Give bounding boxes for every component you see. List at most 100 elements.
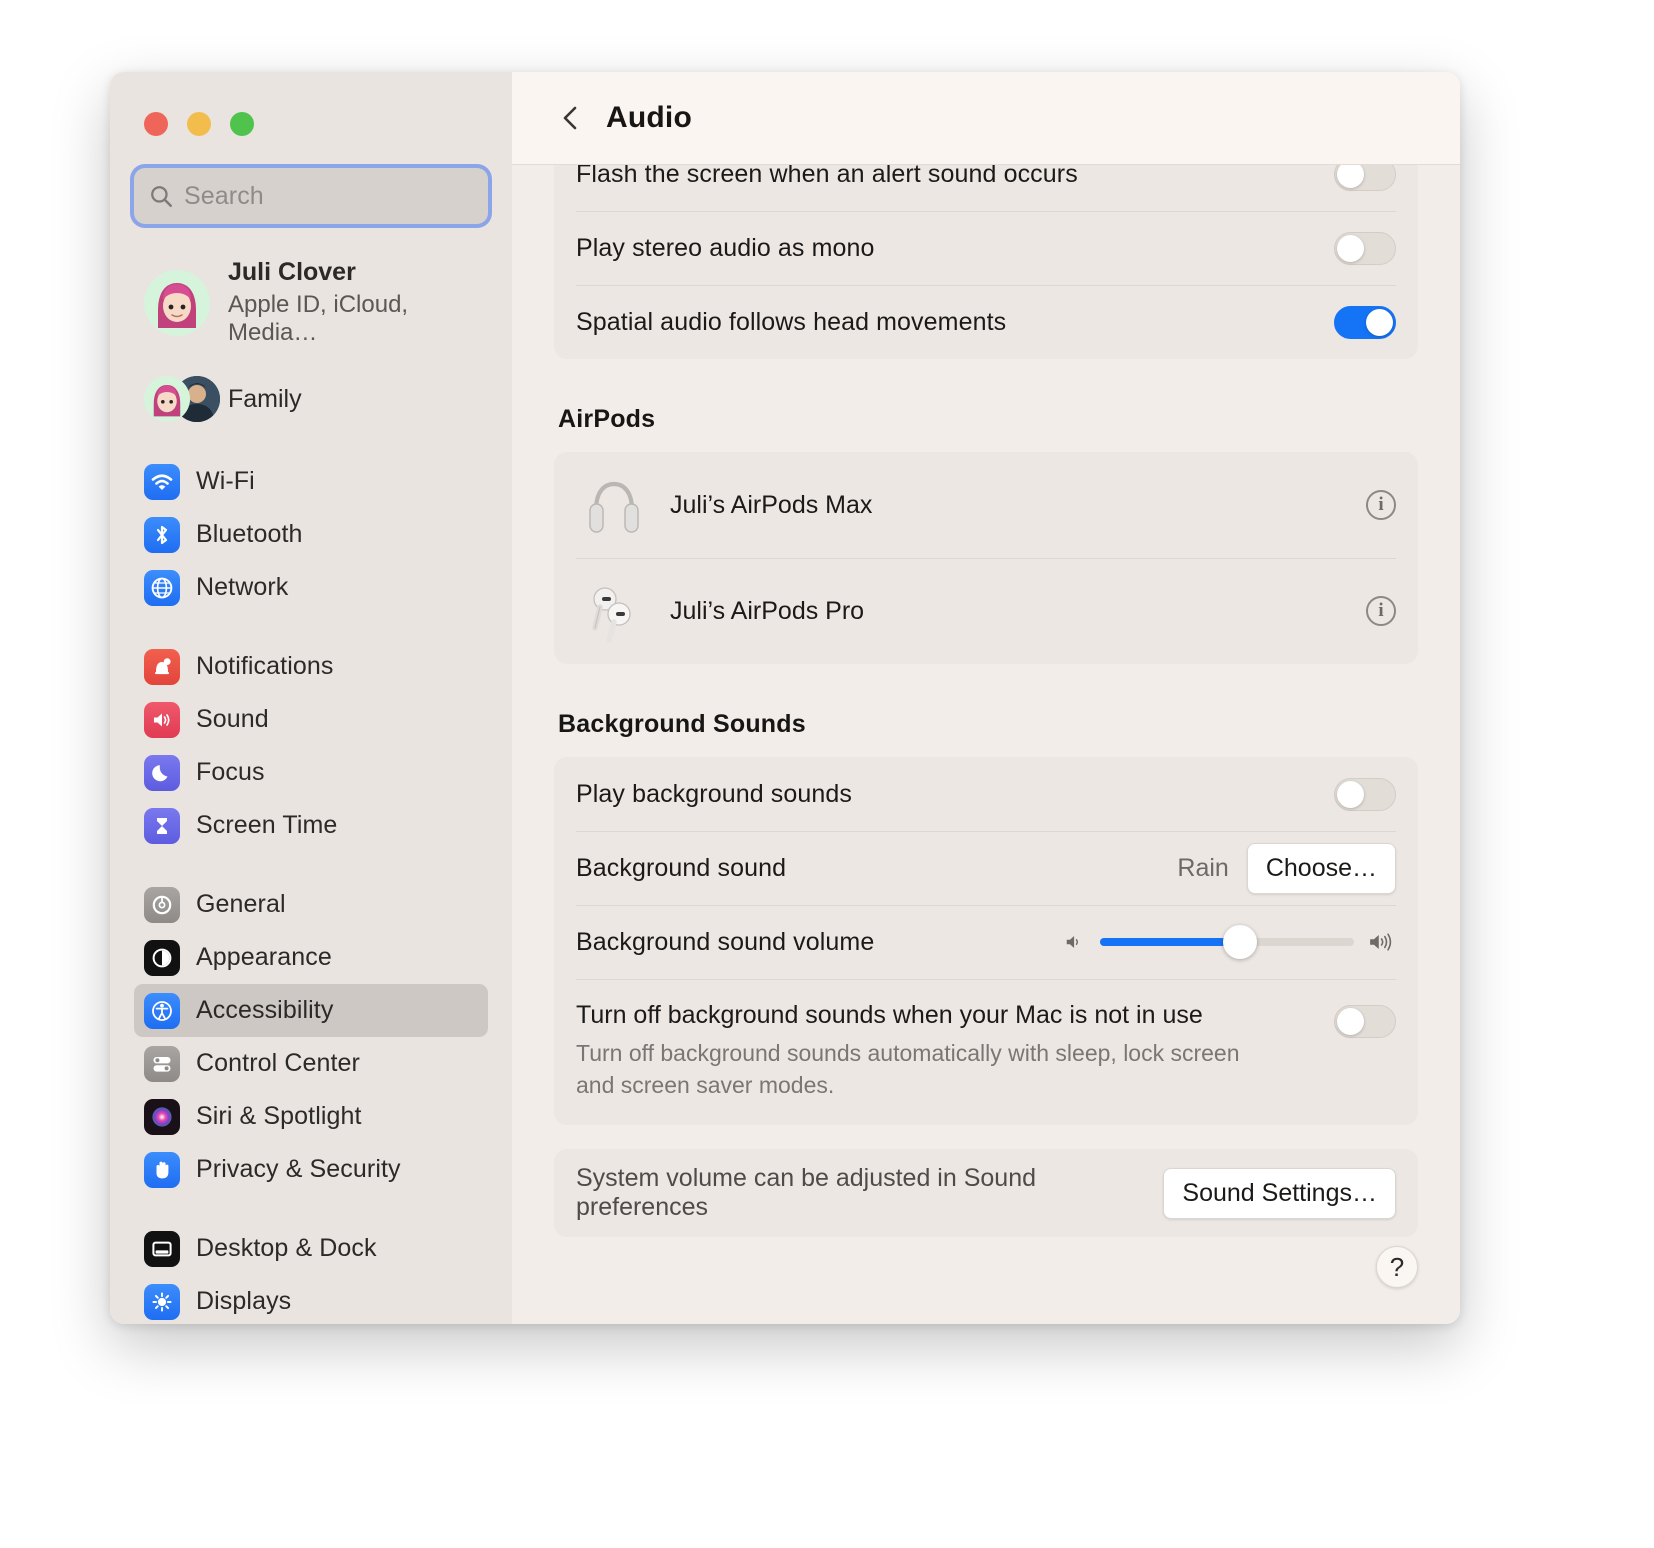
stereo-as-mono-toggle[interactable]	[1334, 231, 1396, 265]
sidebar-group-personalization: General Appearance Accessibility Control…	[110, 878, 512, 1196]
setting-row-background-sound[interactable]: Background sound Rain Choose…	[554, 831, 1418, 905]
sound-settings-note: System volume can be adjusted in Sound p…	[576, 1164, 1036, 1222]
search-placeholder: Search	[184, 181, 264, 210]
page-title: Audio	[606, 101, 692, 134]
close-button[interactable]	[144, 112, 168, 136]
setting-label: Turn off background sounds when your Mac…	[576, 1001, 1203, 1029]
background-sound-value: Rain	[1177, 853, 1229, 882]
general-icon	[144, 886, 180, 923]
setting-row-spatial-audio[interactable]: Spatial audio follows head movements	[554, 285, 1418, 359]
speaker-low-icon	[1066, 936, 1078, 948]
maximize-button[interactable]	[230, 112, 254, 136]
sound-icon	[144, 701, 180, 738]
device-name: Juli’s AirPods Max	[670, 490, 873, 519]
focus-icon	[144, 754, 180, 791]
sidebar-group-network: Wi-Fi Bluetooth Network	[110, 455, 512, 614]
device-row[interactable]: Juli’s AirPods Max i	[554, 452, 1418, 558]
account-row[interactable]: Juli Clover Apple ID, iCloud, Media…	[134, 252, 488, 353]
wifi-icon	[144, 463, 180, 500]
airpods-card: Juli’s AirPods Max i Juli’s AirPods Pro …	[554, 452, 1418, 664]
speaker-high-icon	[1370, 933, 1392, 951]
turn-off-when-idle-toggle[interactable]	[1334, 1005, 1396, 1038]
info-button[interactable]: i	[1366, 490, 1396, 520]
choose-button[interactable]: Choose…	[1246, 842, 1396, 894]
sidebar-item-screen-time[interactable]: Screen Time	[134, 799, 488, 852]
family-row[interactable]: Family	[134, 369, 488, 429]
account-name: Juli Clover	[228, 258, 356, 286]
network-icon	[144, 569, 180, 606]
setting-row-play-background-sounds[interactable]: Play background sounds	[554, 757, 1418, 831]
background-sounds-card: Play background sounds Background sound …	[554, 757, 1418, 1126]
controlcenter-icon	[144, 1045, 180, 1082]
spatial-audio-toggle[interactable]	[1334, 305, 1396, 339]
sidebar-item-privacy-security[interactable]: Privacy & Security	[134, 1143, 488, 1196]
sidebar-item-notifications[interactable]: Notifications	[134, 640, 488, 693]
help-button[interactable]: ?	[1376, 1246, 1418, 1288]
setting-label: Play stereo audio as mono	[576, 233, 875, 262]
back-button[interactable]	[554, 101, 588, 135]
setting-sublabel: Turn off background sounds automatically…	[576, 1040, 1240, 1098]
sidebar-item-label: Desktop & Dock	[196, 1234, 377, 1263]
sidebar-item-network[interactable]: Network	[134, 561, 488, 614]
sidebar-group-display: Desktop & Dock Displays	[110, 1222, 512, 1324]
sidebar-item-focus[interactable]: Focus	[134, 746, 488, 799]
sidebar-item-wifi[interactable]: Wi-Fi	[134, 455, 488, 508]
sidebar-item-label: General	[196, 890, 286, 919]
setting-row-turn-off-when-idle[interactable]: Turn off background sounds when your Mac…	[554, 979, 1418, 1125]
sound-settings-card: System volume can be adjusted in Sound p…	[554, 1149, 1418, 1238]
setting-label: Background sound	[576, 853, 787, 882]
airpods-max-icon	[576, 467, 652, 543]
device-row[interactable]: Juli’s AirPods Pro i	[554, 558, 1418, 664]
sidebar-item-label: Bluetooth	[196, 520, 303, 549]
slider-fill	[1100, 938, 1240, 946]
account-text: Juli Clover Apple ID, iCloud, Media…	[228, 258, 478, 347]
sidebar-item-accessibility[interactable]: Accessibility	[134, 984, 488, 1038]
sidebar-item-label: Sound	[196, 705, 269, 734]
sidebar-item-appearance[interactable]: Appearance	[134, 931, 488, 984]
privacy-icon	[144, 1151, 180, 1188]
detail-body[interactable]: Flash the screen when an alert sound occ…	[512, 165, 1460, 1324]
detail-pane: Audio Flash the screen when an alert sou…	[512, 72, 1460, 1324]
traffic-lights	[110, 72, 512, 136]
sidebar-item-label: Control Center	[196, 1049, 360, 1078]
background-sound-volume-slider[interactable]	[1100, 925, 1354, 959]
sidebar-item-sound[interactable]: Sound	[134, 693, 488, 746]
sidebar-item-general[interactable]: General	[134, 878, 488, 931]
search-input[interactable]: Search	[134, 168, 488, 224]
sidebar-item-bluetooth[interactable]: Bluetooth	[134, 508, 488, 561]
sidebar-item-label: Notifications	[196, 652, 334, 681]
sidebar-item-displays[interactable]: Displays	[134, 1275, 488, 1324]
audio-options-card: Flash the screen when an alert sound occ…	[554, 165, 1418, 359]
notifications-icon	[144, 648, 180, 685]
setting-label: Spatial audio follows head movements	[576, 307, 1007, 336]
sidebar-item-control-center[interactable]: Control Center	[134, 1037, 488, 1090]
sidebar-item-desktop-dock[interactable]: Desktop & Dock	[134, 1222, 488, 1275]
setting-row-flash-screen[interactable]: Flash the screen when an alert sound occ…	[554, 165, 1418, 211]
minimize-button[interactable]	[187, 112, 211, 136]
play-background-sounds-toggle[interactable]	[1334, 777, 1396, 811]
sidebar-item-label: Accessibility	[196, 996, 334, 1025]
displays-icon	[144, 1283, 180, 1320]
setting-label: Play background sounds	[576, 779, 852, 808]
family-label: Family	[228, 384, 302, 413]
chevron-left-icon	[563, 106, 577, 130]
flash-screen-toggle[interactable]	[1334, 165, 1396, 191]
setting-row-background-sound-volume[interactable]: Background sound volume	[554, 905, 1418, 979]
sidebar: Search Juli Clover Apple ID, iCloud, Med…	[110, 72, 512, 1324]
avatar	[144, 269, 210, 336]
info-button[interactable]: i	[1366, 596, 1396, 626]
search-icon	[151, 186, 172, 207]
setting-label: Background sound volume	[576, 927, 875, 956]
sidebar-item-label: Wi-Fi	[196, 467, 255, 496]
volume-slider-group[interactable]	[1064, 925, 1396, 959]
sidebar-item-siri-spotlight[interactable]: Siri & Spotlight	[134, 1090, 488, 1143]
sidebar-item-label: Displays	[196, 1287, 292, 1316]
sound-settings-button[interactable]: Sound Settings…	[1163, 1167, 1396, 1219]
help-label: ?	[1389, 1251, 1405, 1282]
system-settings-window: Search Juli Clover Apple ID, iCloud, Med…	[110, 72, 1460, 1324]
setting-row-stereo-as-mono[interactable]: Play stereo audio as mono	[554, 211, 1418, 285]
sidebar-item-label: Appearance	[196, 943, 332, 972]
sidebar-item-label: Siri & Spotlight	[196, 1102, 362, 1131]
slider-thumb[interactable]	[1222, 925, 1257, 959]
detail-header: Audio	[512, 72, 1460, 165]
